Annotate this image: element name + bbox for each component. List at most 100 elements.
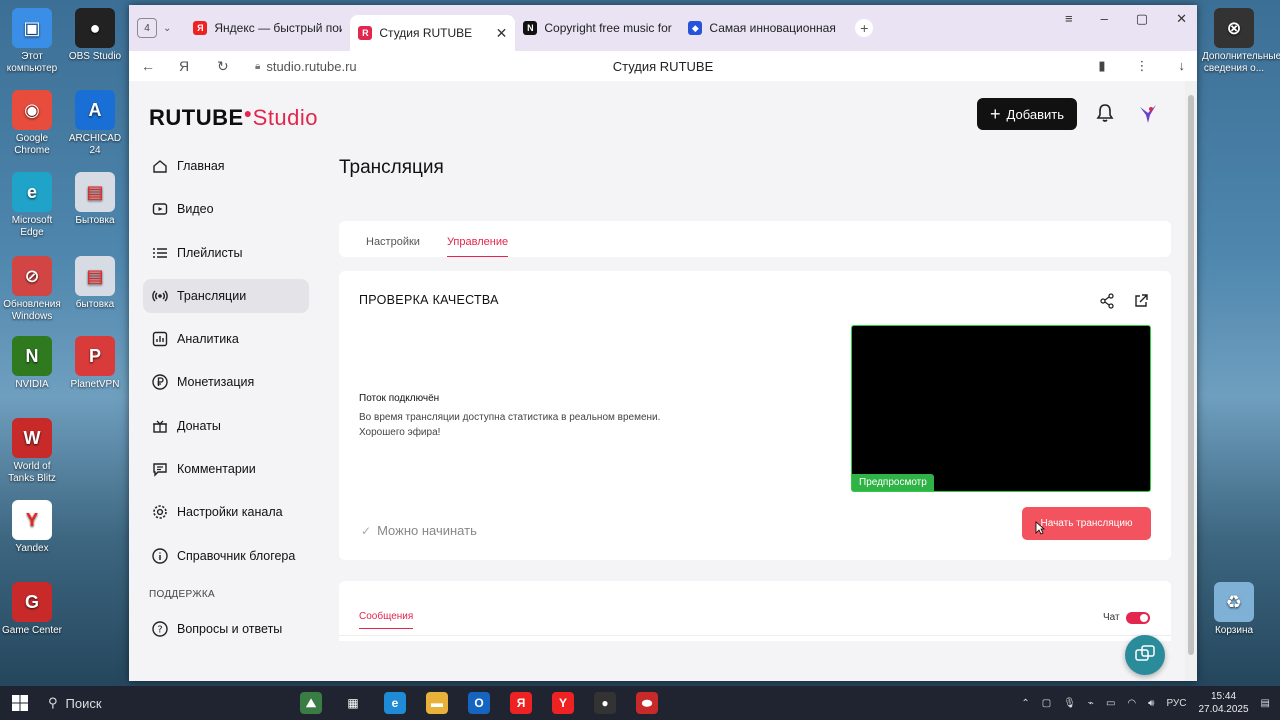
desktop-icon[interactable]: W World of Tanks Blitz [0,418,64,485]
tab-settings[interactable]: Настройки [366,236,420,257]
desktop-icon[interactable]: P PlanetVPN [63,336,127,391]
sidebar-item[interactable]: Донаты [143,409,309,443]
browser-tab[interactable]: N Copyright free music for c [515,12,680,44]
volume-icon[interactable]: 🔊︎ [1148,698,1154,709]
chevron-up-icon[interactable]: ⌃ [1021,698,1029,709]
app-icon: ⊘ [12,256,52,296]
scroll-thumb[interactable] [1188,95,1194,655]
maximize-icon[interactable]: ▢ [1136,11,1148,27]
desktop-icon[interactable]: ▣ Этот компьютер [0,8,64,75]
obs-icon[interactable]: ● [594,692,616,714]
tab-manage[interactable]: Управление [446,236,509,257]
clock-time: 15:44 [1211,691,1237,702]
window-controls: ≡ – ▢ ✕ [1065,11,1187,27]
file-explorer-icon[interactable]: ▬ [426,692,448,714]
yandex-home-icon[interactable]: Я [179,58,217,74]
notifications-icon[interactable]: ▤ [1261,698,1270,709]
bell-icon[interactable] [1095,103,1115,123]
desktop-icon[interactable]: ⊘ Обновления Windows [0,256,64,323]
windows-icon [12,695,28,711]
desktop-icon[interactable]: e Microsoft Edge [0,172,64,239]
desktop-icon-label: Microsoft Edge [11,215,53,238]
keyboard-language[interactable]: РУС [1166,698,1186,709]
sidebar-item-label: Аналитика [177,332,239,347]
new-tab-button[interactable]: + [855,19,874,37]
desktop-icon-label: PlanetVPN [70,379,120,390]
rutube-studio-logo[interactable]: RUTUBE●Studio [149,105,318,131]
page-scrollbar[interactable] [1185,81,1197,681]
browser-tab[interactable]: R Студия RUTUBE ✕ [350,15,516,51]
url-field[interactable]: studio.rutube.ru [266,59,356,74]
back-icon[interactable]: ← [141,58,179,74]
microphone-icon[interactable]: 🎙︎ [1063,698,1076,709]
edge-icon[interactable]: e [384,692,406,714]
desktop-icon[interactable]: Y Yandex [0,500,64,555]
sidebar-item[interactable]: Настройки канала [143,495,309,529]
bookmark-icon[interactable]: ▮ [1098,58,1105,74]
logo-main: RUTUBE [149,105,244,130]
outlook-icon[interactable]: O [468,692,490,714]
svg-text:?: ? [157,624,162,635]
usb-icon[interactable]: ⌁ [1088,698,1094,709]
taskbar-search[interactable]: ⚲ Поиск [40,686,230,720]
sidebar-item[interactable]: Комментарии [143,452,309,486]
share-icon[interactable] [1099,293,1115,309]
windows-start-button[interactable] [0,686,40,720]
donate-icon [151,417,169,435]
sidebar-item[interactable]: Справочник блогера [143,539,309,573]
tab-messages[interactable]: Сообщения [359,611,414,629]
support-chat-button[interactable] [1125,635,1165,675]
desktop-icon[interactable]: ▤ Бытовка [63,172,127,227]
add-button[interactable]: + Добавить [977,98,1077,130]
app-icon[interactable]: ⬬ [636,692,658,714]
tab-count-badge[interactable]: 4 [137,18,157,38]
desktop-icon-label: Google Chrome [14,133,50,156]
desktop-icon[interactable]: ● OBS Studio [63,8,127,63]
comments-icon [151,460,169,478]
desktop-icon[interactable]: A ARCHICAD 24 [63,90,127,157]
desktop-icon[interactable]: ♻ Корзина [1202,582,1266,637]
menu-icon[interactable]: ≡ [1065,11,1073,27]
sidebar-item[interactable]: Плейлисты [143,236,309,270]
close-tab-icon[interactable]: ✕ [496,25,508,42]
browser-tab[interactable]: Я Яндекс — быстрый поиск [185,12,350,44]
download-icon[interactable]: ↓ [1179,58,1186,74]
sidebar-item[interactable]: Главная [143,149,309,183]
sidebar-item-label: Вопросы и ответы [177,621,283,636]
lock-icon[interactable]: 🔒︎ [255,61,260,72]
chat-toggle[interactable] [1126,612,1150,624]
avatar[interactable] [1136,101,1160,125]
desktop-icon-label: Этот компьютер [6,51,58,74]
stream-description-line2: Хорошего эфира! [359,427,441,438]
chevron-down-icon[interactable]: ⌄ [163,23,171,34]
sidebar-item[interactable]: Видео [143,192,309,226]
sidebar-item[interactable]: Аналитика [143,322,309,356]
close-icon[interactable]: ✕ [1176,11,1187,27]
sidebar-item[interactable]: Монетизация [143,365,309,399]
minimize-icon[interactable]: – [1101,11,1108,27]
desktop-icon[interactable]: N NVIDIA [0,336,64,391]
external-link-icon[interactable] [1133,293,1149,309]
sidebar-item[interactable]: Трансляции [143,278,309,313]
more-icon[interactable]: ⋮ [1136,58,1149,74]
preview-badge: Предпросмотр [852,474,934,491]
desktop-icon[interactable]: ▤ бытовка [63,256,127,311]
desktop-icon[interactable]: G Game Center [0,582,64,637]
clock[interactable]: 15:44 27.04.2025 [1198,690,1248,716]
stream-preview[interactable]: Предпросмотр [851,325,1151,492]
wifi-icon[interactable]: ◠ [1127,698,1136,709]
yandex-browser-icon[interactable]: Y [552,692,574,714]
gear-icon [151,503,169,521]
reload-icon[interactable]: ↻ [217,58,255,75]
desktop-icon[interactable]: ⊗ Дополнительные сведения о... [1202,8,1280,75]
app-icon: ♻ [1214,582,1254,622]
task-view-icon[interactable]: ▦ [342,692,364,714]
browser-tab[interactable]: ◆ Самая инновационная то [680,12,845,44]
yandex-icon[interactable]: Я [510,692,532,714]
widgets-icon[interactable]: ⛰ [300,692,322,714]
sidebar-item-faq[interactable]: ? Вопросы и ответы [143,612,309,646]
tray-app-icon[interactable]: ▢ [1042,698,1051,709]
desktop-icon[interactable]: ◉ Google Chrome [0,90,64,157]
sidebar-item-label: Донаты [177,418,221,433]
network-icon[interactable]: ▭ [1106,698,1115,709]
